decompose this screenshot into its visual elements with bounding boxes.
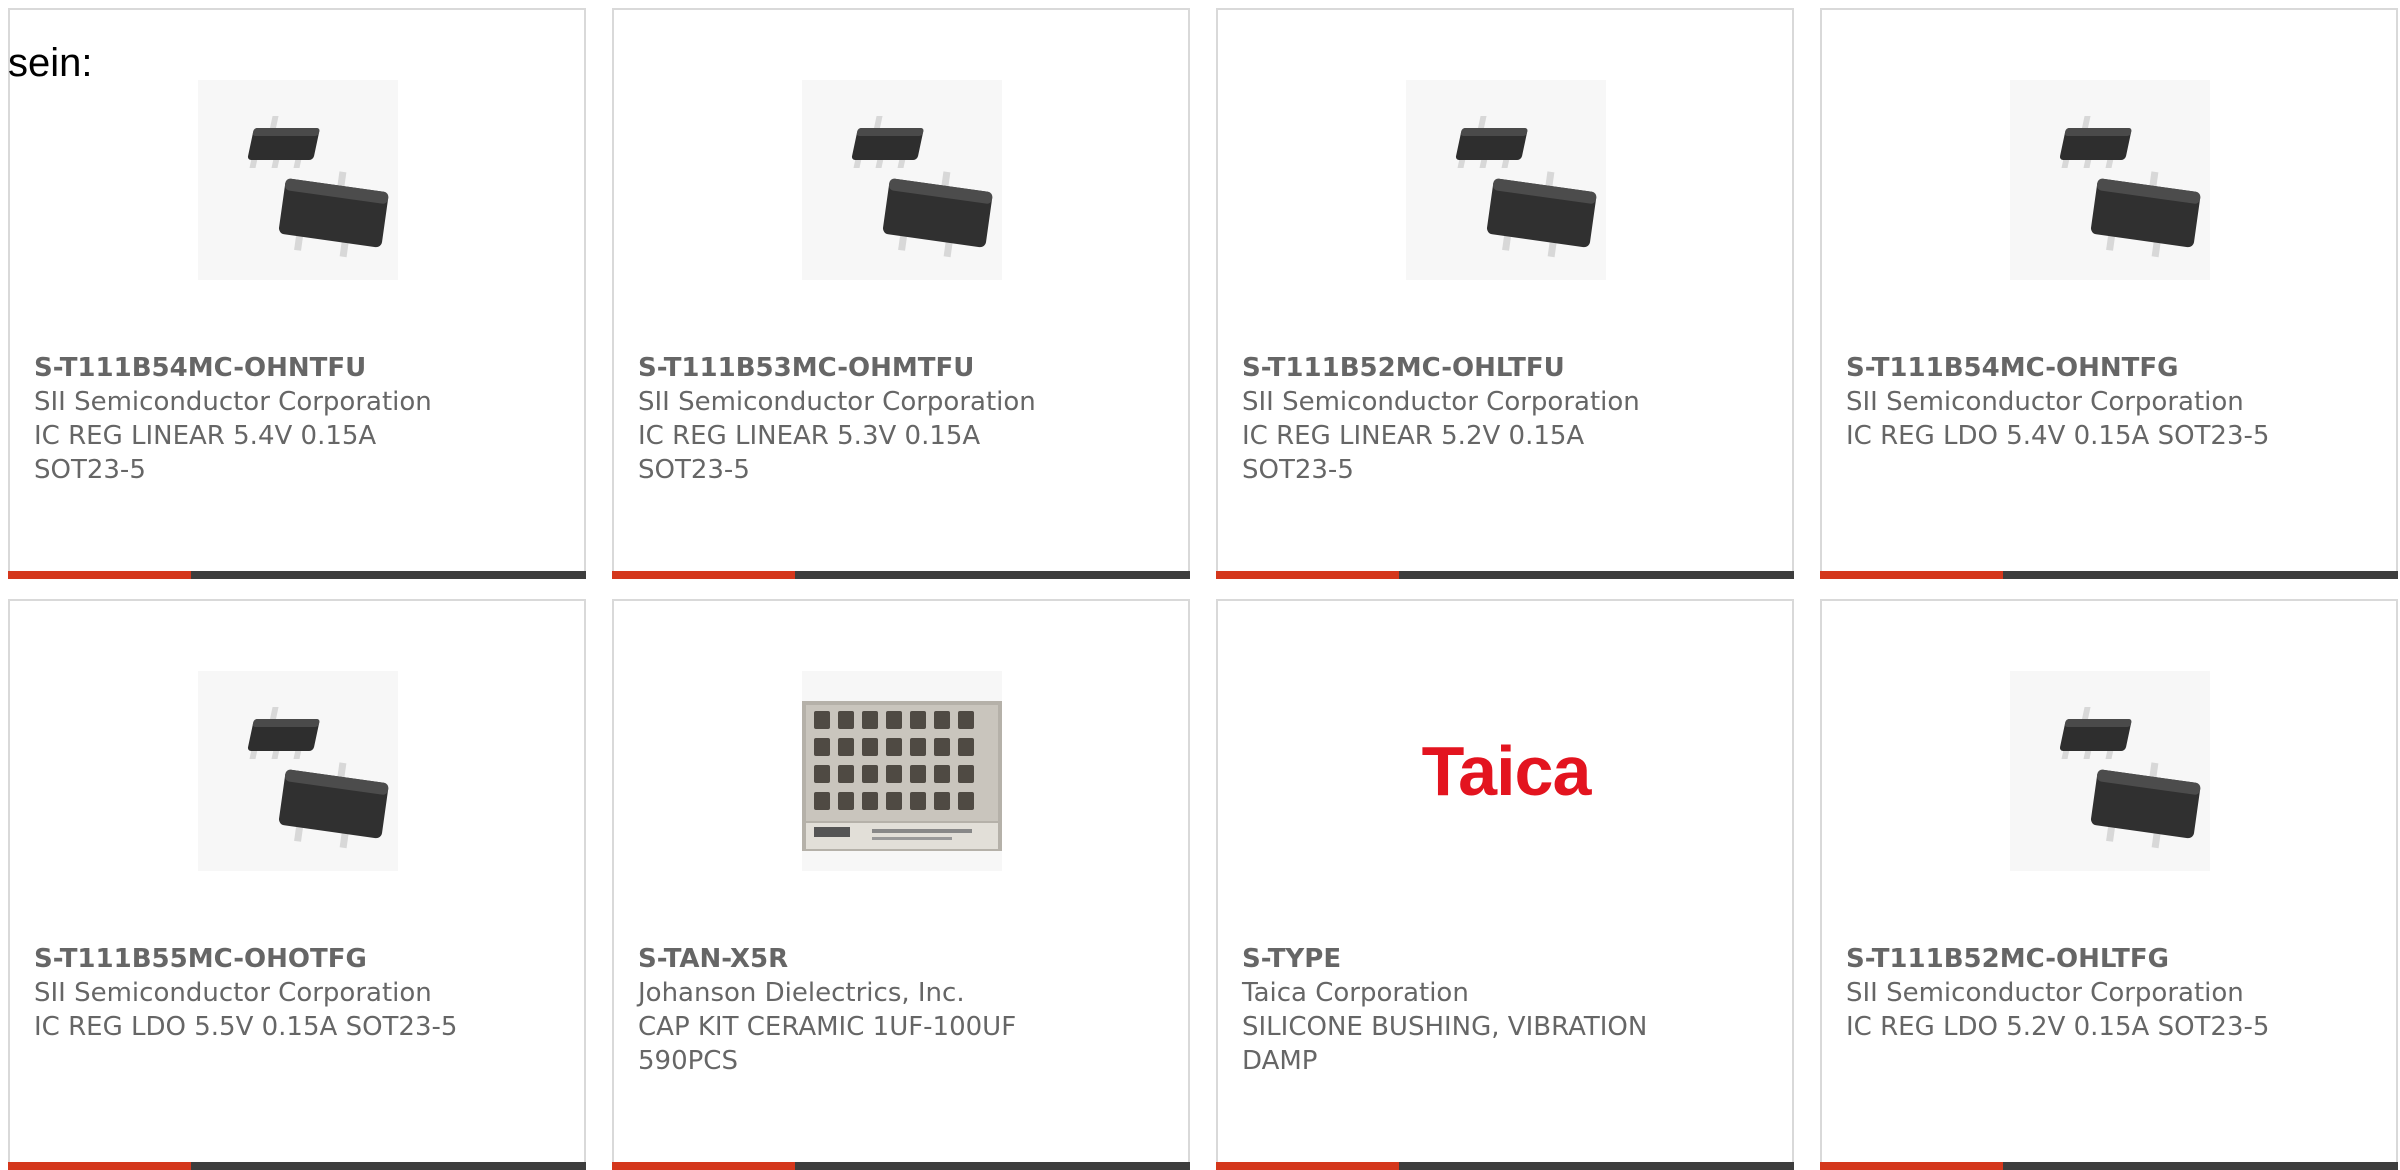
product-manufacturer: SII Semiconductor Corporation <box>34 387 432 417</box>
card-bottom-bar <box>8 1162 586 1170</box>
sot23-5-package-icon[interactable] <box>2010 80 2210 280</box>
sot23-5-package-icon[interactable] <box>1406 80 1606 280</box>
product-description: CAP KIT CERAMIC 1UF-100UF 590PCS <box>638 1012 1017 1076</box>
product-manufacturer: SII Semiconductor Corporation <box>1846 387 2244 417</box>
card-bottom-bar <box>1216 571 1794 579</box>
card-bottom-bar <box>612 571 1190 579</box>
taica-logo-text: Taica <box>1421 732 1592 810</box>
product-part-number[interactable]: S-TAN-X5R <box>638 942 1068 976</box>
product-card[interactable]: S-T111B52MC-OHLTFG SII Semiconductor Cor… <box>1820 599 2398 1170</box>
product-manufacturer: SII Semiconductor Corporation <box>638 387 1036 417</box>
product-part-number[interactable]: S-T111B55MC-OHOTFG <box>34 942 464 976</box>
product-description: IC REG LINEAR 5.4V 0.15A SOT23-5 <box>34 421 377 485</box>
product-manufacturer: Johanson Dielectrics, Inc. <box>638 978 965 1008</box>
product-part-number[interactable]: S-TYPE <box>1242 942 1672 976</box>
product-details: S-TAN-X5R Johanson Dielectrics, Inc. CAP… <box>638 942 1068 1078</box>
product-manufacturer: SII Semiconductor Corporation <box>1846 978 2244 1008</box>
card-accent-bar <box>1216 1162 1399 1170</box>
product-part-number[interactable]: S-T111B52MC-OHLTFG <box>1846 942 2276 976</box>
card-accent-bar <box>1820 571 2003 579</box>
product-part-number[interactable]: S-T111B54MC-OHNTFG <box>1846 351 2276 385</box>
product-card[interactable]: S-T111B54MC-OHNTFG SII Semiconductor Cor… <box>1820 8 2398 579</box>
product-grid: S-T111B54MC-OHNTFU SII Semiconductor Cor… <box>8 8 2400 1170</box>
product-part-number[interactable]: S-T111B53MC-OHMTFU <box>638 351 1068 385</box>
card-accent-bar <box>8 1162 191 1170</box>
product-description: SILICONE BUSHING, VIBRATION DAMP <box>1242 1012 1648 1076</box>
product-details: S-T111B54MC-OHNTFU SII Semiconductor Cor… <box>34 351 464 487</box>
card-accent-bar <box>612 1162 795 1170</box>
product-description: IC REG LINEAR 5.3V 0.15A SOT23-5 <box>638 421 981 485</box>
card-bottom-bar <box>1820 1162 2398 1170</box>
product-description: IC REG LDO 5.4V 0.15A SOT23-5 <box>1846 421 2270 451</box>
card-bottom-bar <box>612 1162 1190 1170</box>
product-description: IC REG LINEAR 5.2V 0.15A SOT23-5 <box>1242 421 1585 485</box>
product-card[interactable]: S-T111B53MC-OHMTFU SII Semiconductor Cor… <box>612 8 1190 579</box>
page-fragment-label: sein: <box>8 41 93 85</box>
product-manufacturer: SII Semiconductor Corporation <box>34 978 432 1008</box>
sot23-5-package-icon[interactable] <box>802 80 1002 280</box>
card-accent-bar <box>1820 1162 2003 1170</box>
capacitor-kit-icon[interactable] <box>802 671 1002 871</box>
product-part-number[interactable]: S-T111B54MC-OHNTFU <box>34 351 464 385</box>
sot23-5-package-icon[interactable] <box>2010 671 2210 871</box>
product-card[interactable]: S-T111B55MC-OHOTFG SII Semiconductor Cor… <box>8 599 586 1170</box>
product-card[interactable]: Taica S-TYPE Taica Corporation SILICONE … <box>1216 599 1794 1170</box>
product-part-number[interactable]: S-T111B52MC-OHLTFU <box>1242 351 1672 385</box>
product-description: IC REG LDO 5.5V 0.15A SOT23-5 <box>34 1012 458 1042</box>
card-bottom-bar <box>1216 1162 1794 1170</box>
product-details: S-T111B52MC-OHLTFU SII Semiconductor Cor… <box>1242 351 1672 487</box>
sot23-5-package-icon[interactable] <box>198 80 398 280</box>
product-card[interactable]: S-T111B54MC-OHNTFU SII Semiconductor Cor… <box>8 8 586 579</box>
card-bottom-bar <box>8 571 586 579</box>
product-details: S-T111B52MC-OHLTFG SII Semiconductor Cor… <box>1846 942 2276 1044</box>
product-details: S-TYPE Taica Corporation SILICONE BUSHIN… <box>1242 942 1672 1078</box>
card-bottom-bar <box>1820 571 2398 579</box>
product-manufacturer: Taica Corporation <box>1242 978 1469 1008</box>
product-description: IC REG LDO 5.2V 0.15A SOT23-5 <box>1846 1012 2270 1042</box>
taica-logo[interactable]: Taica <box>1386 671 1626 871</box>
card-accent-bar <box>1216 571 1399 579</box>
product-manufacturer: SII Semiconductor Corporation <box>1242 387 1640 417</box>
sot23-5-package-icon[interactable] <box>198 671 398 871</box>
card-accent-bar <box>612 571 795 579</box>
product-card[interactable]: S-T111B52MC-OHLTFU SII Semiconductor Cor… <box>1216 8 1794 579</box>
card-accent-bar <box>8 571 191 579</box>
product-details: S-T111B55MC-OHOTFG SII Semiconductor Cor… <box>34 942 464 1044</box>
product-card[interactable]: S-TAN-X5R Johanson Dielectrics, Inc. CAP… <box>612 599 1190 1170</box>
product-details: S-T111B54MC-OHNTFG SII Semiconductor Cor… <box>1846 351 2276 453</box>
product-details: S-T111B53MC-OHMTFU SII Semiconductor Cor… <box>638 351 1068 487</box>
